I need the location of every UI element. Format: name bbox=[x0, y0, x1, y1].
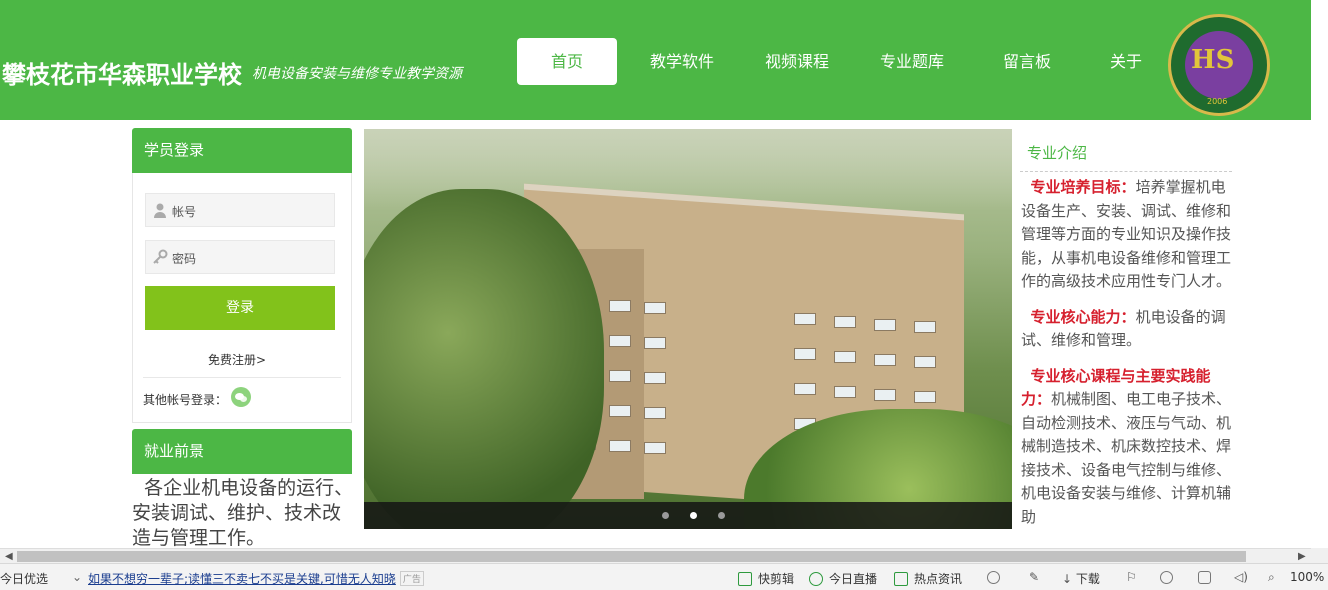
download-label: 下载 bbox=[1075, 572, 1100, 586]
building-window bbox=[914, 391, 936, 404]
building-window bbox=[644, 407, 666, 420]
intro-divider bbox=[1020, 171, 1232, 172]
login-heading: 学员登录 bbox=[132, 128, 352, 173]
intro-section-label: 专业培养目标： bbox=[1030, 178, 1136, 196]
live-icon bbox=[809, 572, 823, 586]
browser-icon[interactable] bbox=[1160, 570, 1173, 584]
quick-clip-button[interactable]: 快剪辑 bbox=[738, 570, 794, 587]
hot-news-label: 热点资讯 bbox=[914, 572, 963, 586]
building-window bbox=[644, 337, 666, 350]
wechat-login-icon[interactable] bbox=[231, 387, 251, 407]
refresh-icon[interactable] bbox=[987, 570, 1000, 584]
site-title[interactable]: 攀枝花市华森职业学校 bbox=[2, 55, 242, 90]
school-logo: HS 2006 bbox=[1168, 14, 1270, 116]
news-icon bbox=[894, 572, 908, 586]
scroll-left-icon[interactable]: ◀ bbox=[5, 551, 13, 562]
intro-body: 专业培养目标：培养掌握机电设备生产、安装、调试、维修和管理等方面的专业知识及操作… bbox=[1021, 176, 1235, 541]
building-window bbox=[609, 439, 631, 452]
download-button[interactable]: ↓ 下载 bbox=[1062, 570, 1100, 587]
nav-video-courses[interactable]: 视频课程 bbox=[750, 38, 844, 85]
download-icon: ↓ bbox=[1062, 572, 1076, 586]
pin-icon[interactable]: ✎ bbox=[1029, 570, 1039, 584]
username-placeholder: 帐号 bbox=[172, 205, 197, 219]
live-label: 今日直播 bbox=[829, 572, 878, 586]
zoom-level[interactable]: 100% bbox=[1290, 570, 1324, 584]
building-window bbox=[644, 442, 666, 455]
intro-section: 专业核心课程与主要实践能力：机械制图、电工电子技术、自动检测技术、液压与气动、机… bbox=[1021, 365, 1235, 530]
carousel-dot-1[interactable] bbox=[662, 512, 669, 519]
building-window bbox=[914, 321, 936, 334]
job-text: 各企业机电设备的运行、安装调试、维护、技术改造与管理工作。 bbox=[132, 476, 356, 551]
carousel-trees-left bbox=[364, 189, 604, 529]
intro-section-label: 专业核心能力： bbox=[1030, 307, 1136, 326]
nav-teaching-software[interactable]: 教学软件 bbox=[635, 38, 729, 85]
logo-year: 2006 bbox=[1207, 97, 1228, 106]
intro-heading: 专业介绍 bbox=[1027, 144, 1088, 162]
flag-icon[interactable]: ⚐ bbox=[1126, 570, 1137, 584]
building-window bbox=[609, 299, 631, 312]
nav-question-bank[interactable]: 专业题库 bbox=[865, 38, 959, 85]
carousel-dot-2[interactable] bbox=[690, 512, 697, 519]
divider bbox=[143, 377, 341, 378]
hot-news-button[interactable]: 热点资讯 bbox=[894, 570, 962, 587]
page-gutter bbox=[1311, 0, 1328, 548]
building-window bbox=[874, 318, 896, 331]
scrollbar-thumb[interactable] bbox=[17, 551, 1246, 562]
key-icon bbox=[153, 249, 168, 264]
job-description: 各企业机电设备的运行、安装调试、维护、技术改造与管理工作。 bbox=[132, 477, 354, 549]
building-window bbox=[914, 356, 936, 369]
building-window bbox=[834, 350, 856, 363]
nav-message-board[interactable]: 留言板 bbox=[980, 38, 1074, 85]
building-window bbox=[794, 312, 816, 325]
news-headline[interactable]: 如果不想穷一辈子;读懂三不卖七不买是关键,可惜无人知晓 bbox=[88, 572, 396, 586]
live-button[interactable]: 今日直播 bbox=[809, 570, 877, 587]
building-window bbox=[794, 382, 816, 395]
news-ticker[interactable]: 如果不想穷一辈子;读懂三不卖七不买是关键,可惜无人知晓 广告 bbox=[88, 570, 424, 587]
register-link[interactable]: 免费注册> bbox=[133, 351, 341, 368]
carousel-indicator-bar bbox=[364, 502, 1012, 529]
building-window bbox=[874, 353, 896, 366]
other-login-label: 其他帐号登录： bbox=[143, 393, 228, 407]
scrollbar-corner bbox=[1311, 548, 1328, 563]
horizontal-scrollbar[interactable]: ◀ ▶ bbox=[0, 548, 1311, 563]
building-window bbox=[609, 404, 631, 417]
building-window bbox=[644, 302, 666, 315]
username-field[interactable]: 帐号 bbox=[145, 193, 335, 227]
login-button[interactable]: 登录 bbox=[145, 286, 335, 330]
today-picks-label[interactable]: 今日优选 bbox=[0, 570, 48, 587]
intro-section: 专业核心能力：机电设备的调试、维修和管理。 bbox=[1021, 306, 1235, 353]
logo-monogram: HS bbox=[1191, 45, 1235, 75]
building-window bbox=[794, 347, 816, 360]
user-icon bbox=[154, 203, 166, 218]
scroll-right-icon[interactable]: ▶ bbox=[1298, 551, 1306, 562]
zoom-icon[interactable]: ⌕ bbox=[1268, 570, 1275, 585]
quick-clip-label: 快剪辑 bbox=[758, 572, 795, 586]
site-header: 攀枝花市华森职业学校 机电设备安装与维修专业教学资源 首页 教学软件 视频课程 … bbox=[0, 0, 1311, 120]
carousel-dot-3[interactable] bbox=[718, 512, 725, 519]
building-window bbox=[834, 315, 856, 328]
building-window bbox=[834, 385, 856, 398]
login-form: 帐号 密码 登录 免费注册> 其他帐号登录： bbox=[132, 173, 352, 423]
nav-about[interactable]: 关于 bbox=[1095, 38, 1157, 85]
building-window bbox=[609, 369, 631, 382]
building-window bbox=[644, 372, 666, 385]
ad-tag: 广告 bbox=[399, 571, 424, 586]
site-subtitle: 机电设备安装与维修专业教学资源 bbox=[252, 66, 462, 82]
campus-carousel[interactable] bbox=[364, 129, 1012, 529]
intro-section: 专业培养目标：培养掌握机电设备生产、安装、调试、维修和管理等方面的专业知识及操作… bbox=[1021, 176, 1235, 294]
intro-section-text: 机械制图、电工电子技术、自动检测技术、液压与气动、机械制造技术、机床数控技术、焊… bbox=[1021, 390, 1232, 526]
building-window bbox=[874, 388, 896, 401]
building-window bbox=[609, 334, 631, 347]
password-field[interactable]: 密码 bbox=[145, 240, 335, 274]
job-heading: 就业前景 bbox=[132, 429, 352, 474]
volume-icon[interactable]: ◁) bbox=[1234, 570, 1248, 584]
password-placeholder: 密码 bbox=[172, 252, 197, 266]
play-icon bbox=[738, 572, 752, 586]
nav-home[interactable]: 首页 bbox=[517, 38, 617, 85]
window-icon[interactable] bbox=[1198, 570, 1211, 584]
browser-status-bar: 今日优选 ⌄ 如果不想穷一辈子;读懂三不卖七不买是关键,可惜无人知晓 广告 快剪辑… bbox=[0, 563, 1328, 590]
chevron-down-icon[interactable]: ⌄ bbox=[72, 570, 82, 584]
